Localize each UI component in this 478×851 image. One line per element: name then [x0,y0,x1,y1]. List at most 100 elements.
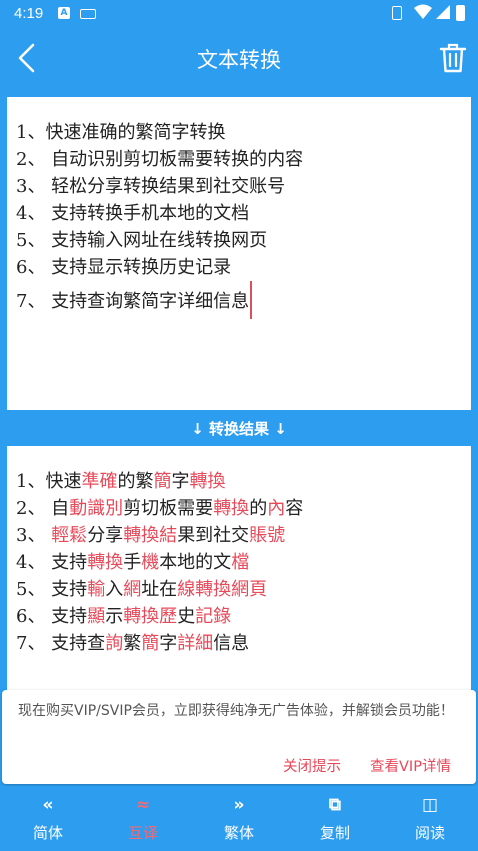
converted-char-segment: 簡 [141,633,160,654]
result-line: 5、 支持輸入網址在線轉換網頁 [16,576,471,603]
status-bar: 4:19 A [0,0,478,26]
translate-icon: ≈ [135,795,151,815]
source-line-text: 5、 支持输入网址在线转换网页 [16,230,268,251]
converted-char-segment: 詳細 [177,633,214,654]
result-text-lines: 1、快速準確的繁簡字轉換 2、 自動識別剪切板需要轉換的內容 3、 輕鬆分享轉換結果… [7,446,471,657]
unchanged-text-segment: 的繁 [117,471,154,492]
converted-char-segment: 轉換歷 [123,606,178,627]
copy-icon: ⧉ [328,795,342,815]
unchanged-text-segment: 信息 [213,633,250,654]
source-line: 5、 支持输入网址在线转换网页 [16,227,471,254]
unchanged-text-segment: 入 [105,579,124,600]
unchanged-text-segment: 址在 [141,579,178,600]
unchanged-text-segment: 6、 支持 [16,606,88,627]
unchanged-text-segment: 容 [285,498,304,519]
notification-a-icon: A [58,7,70,19]
source-line-text: 2、 自动识别剪切板需要转换的内容 [16,149,304,170]
source-line-text: 7、 支持查询繁简字详细信息 [16,291,250,312]
simplified-icon: « [42,795,54,815]
tab-copy[interactable]: ⧉ 复制 [287,786,383,851]
result-line: 2、 自動識別剪切板需要轉換的內容 [16,495,471,522]
source-line: 6、 支持显示转换历史记录 [16,254,471,281]
unchanged-text-segment: 手 [123,552,142,573]
result-line: 1、快速準確的繁簡字轉換 [16,468,471,495]
tab-read[interactable]: ◫ 阅读 [382,786,478,851]
source-text-lines: 1、快速准确的繁简字转换 2、 自动识别剪切板需要转换的内容 3、 轻松分享转换结果… [7,97,471,319]
converted-char-segment: 顯 [87,606,106,627]
result-text-output: 1、快速準確的繁簡字轉換 2、 自動識別剪切板需要轉換的內容 3、 輕鬆分享轉換結果… [7,446,471,690]
converted-char-segment: 記錄 [195,606,232,627]
converted-char-segment: 機 [141,552,160,573]
converted-char-segment: 簡 [153,471,172,492]
converted-char-segment: 轉換 [189,471,226,492]
source-line: 1、快速准确的繁简字转换 [16,119,471,146]
result-line: 4、 支持轉換手機本地的文檔 [16,549,471,576]
bottom-tab-bar: « 简体 ≈ 互译 » 繁体 ⧉ 复制 ◫ 阅读 [0,786,478,851]
tab-label: 互译 [127,824,158,842]
promo-message: 现在购买VIP/SVIP会员，立即获得纯净无广告体验，并解锁会员功能！ [18,703,454,719]
result-divider: ↓ 转换结果 ↓ [191,420,287,438]
page-title: 文本转换 [197,48,281,72]
close-tip-button[interactable]: 关闭提示 [283,755,341,776]
unchanged-text-segment: 繁 [123,633,142,654]
tab-label: 复制 [319,824,350,842]
source-line-text: 1、快速准确的繁简字转换 [16,122,226,143]
unchanged-text-segment: 本地的文 [159,552,232,573]
source-text-input[interactable]: 1、快速准确的繁简字转换 2、 自动识别剪切板需要转换的内容 3、 轻松分享转换结果… [7,97,471,410]
unchanged-text-segment: 1、快速 [16,471,82,492]
battery-icon [456,5,465,21]
source-line-text: 6、 支持显示转换历史记录 [16,257,232,278]
converted-char-segment: 網 [123,579,142,600]
unchanged-text-segment: 分享 [87,525,124,546]
unchanged-text-segment: 7、 支持查 [16,633,106,654]
source-line-text: 4、 支持转换手机本地的文档 [16,203,250,224]
vip-promo-banner: 现在购买VIP/SVIP会员，立即获得纯净无广告体验，并解锁会员功能！ 关闭提示… [2,690,476,784]
converted-char-segment: 內 [267,498,286,519]
converted-char-segment: 線轉換網頁 [177,579,268,600]
result-line: 7、 支持查詢繁簡字詳細信息 [16,630,471,657]
source-line: 2、 自动识别剪切板需要转换的内容 [16,146,471,173]
converted-char-segment: 輕鬆 [51,525,88,546]
tab-label: 简体 [32,824,63,842]
source-line-text: 3、 轻松分享转换结果到社交账号 [16,176,286,197]
unchanged-text-segment: 4、 支持 [16,552,88,573]
read-icon: ◫ [421,795,439,815]
source-line: 7、 支持查询繁简字详细信息 [16,281,471,319]
unchanged-text-segment: 字 [171,471,190,492]
signal-icon [436,5,450,19]
converted-char-segment: 輸 [87,579,106,600]
text-cursor [250,281,253,319]
view-vip-details-button[interactable]: 查看VIP详情 [370,755,451,776]
tab-label: 繁体 [223,824,254,842]
traditional-icon: » [233,795,245,815]
converted-char-segment: 轉換 [213,498,250,519]
converted-char-segment: 賬號 [249,525,286,546]
status-time: 4:19 [14,5,44,22]
tab-label: 阅读 [414,824,445,842]
tab-translate[interactable]: ≈ 互译 [95,786,191,851]
tab-traditional[interactable]: » 繁体 [191,786,287,851]
converted-char-segment: 轉換結 [123,525,178,546]
app-bar: 文本转换 [0,26,478,90]
source-line: 3、 轻松分享转换结果到社交账号 [16,173,471,200]
unchanged-text-segment: 示 [105,606,124,627]
keyboard-icon [80,9,96,19]
unchanged-text-segment: 的 [249,498,268,519]
unchanged-text-segment: 史 [177,606,196,627]
converted-char-segment: 動識別 [69,498,124,519]
tab-simplified[interactable]: « 简体 [0,786,96,851]
unchanged-text-segment: 2、 自 [16,498,70,519]
wifi-icon [414,4,432,19]
vibrate-icon [392,6,402,20]
unchanged-text-segment: 字 [159,633,178,654]
converted-char-segment: 準確 [81,471,118,492]
unchanged-text-segment: 5、 支持 [16,579,88,600]
converted-char-segment: 詢 [105,633,124,654]
source-line: 4、 支持转换手机本地的文档 [16,200,471,227]
trash-icon[interactable] [438,42,468,74]
converted-char-segment: 檔 [231,552,250,573]
unchanged-text-segment: 果到社交 [177,525,250,546]
result-line: 6、 支持顯示轉換歷史記錄 [16,603,471,630]
result-line: 3、 輕鬆分享轉換結果到社交賬號 [16,522,471,549]
converted-char-segment: 轉換 [87,552,124,573]
